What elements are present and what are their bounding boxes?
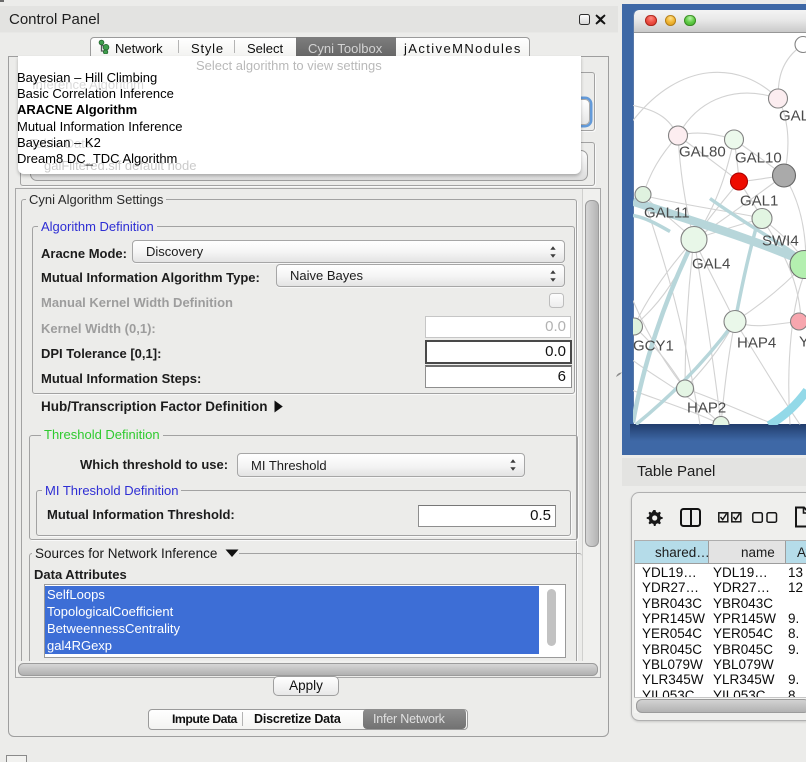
svg-text:GAL10: GAL10 <box>735 149 782 166</box>
svg-text:Y: Y <box>799 333 806 350</box>
svg-text:GAL8: GAL8 <box>779 107 806 124</box>
svg-text:GAL4: GAL4 <box>692 255 730 272</box>
svg-text:GAL1: GAL1 <box>740 192 778 209</box>
svg-text:HAP2: HAP2 <box>687 399 726 416</box>
svg-text:GAL80: GAL80 <box>679 143 726 160</box>
svg-text:SWI4: SWI4 <box>762 232 799 249</box>
svg-text:GCY1: GCY1 <box>633 337 674 354</box>
svg-text:HAP4: HAP4 <box>737 334 776 351</box>
svg-text:GAL11: GAL11 <box>644 204 690 221</box>
